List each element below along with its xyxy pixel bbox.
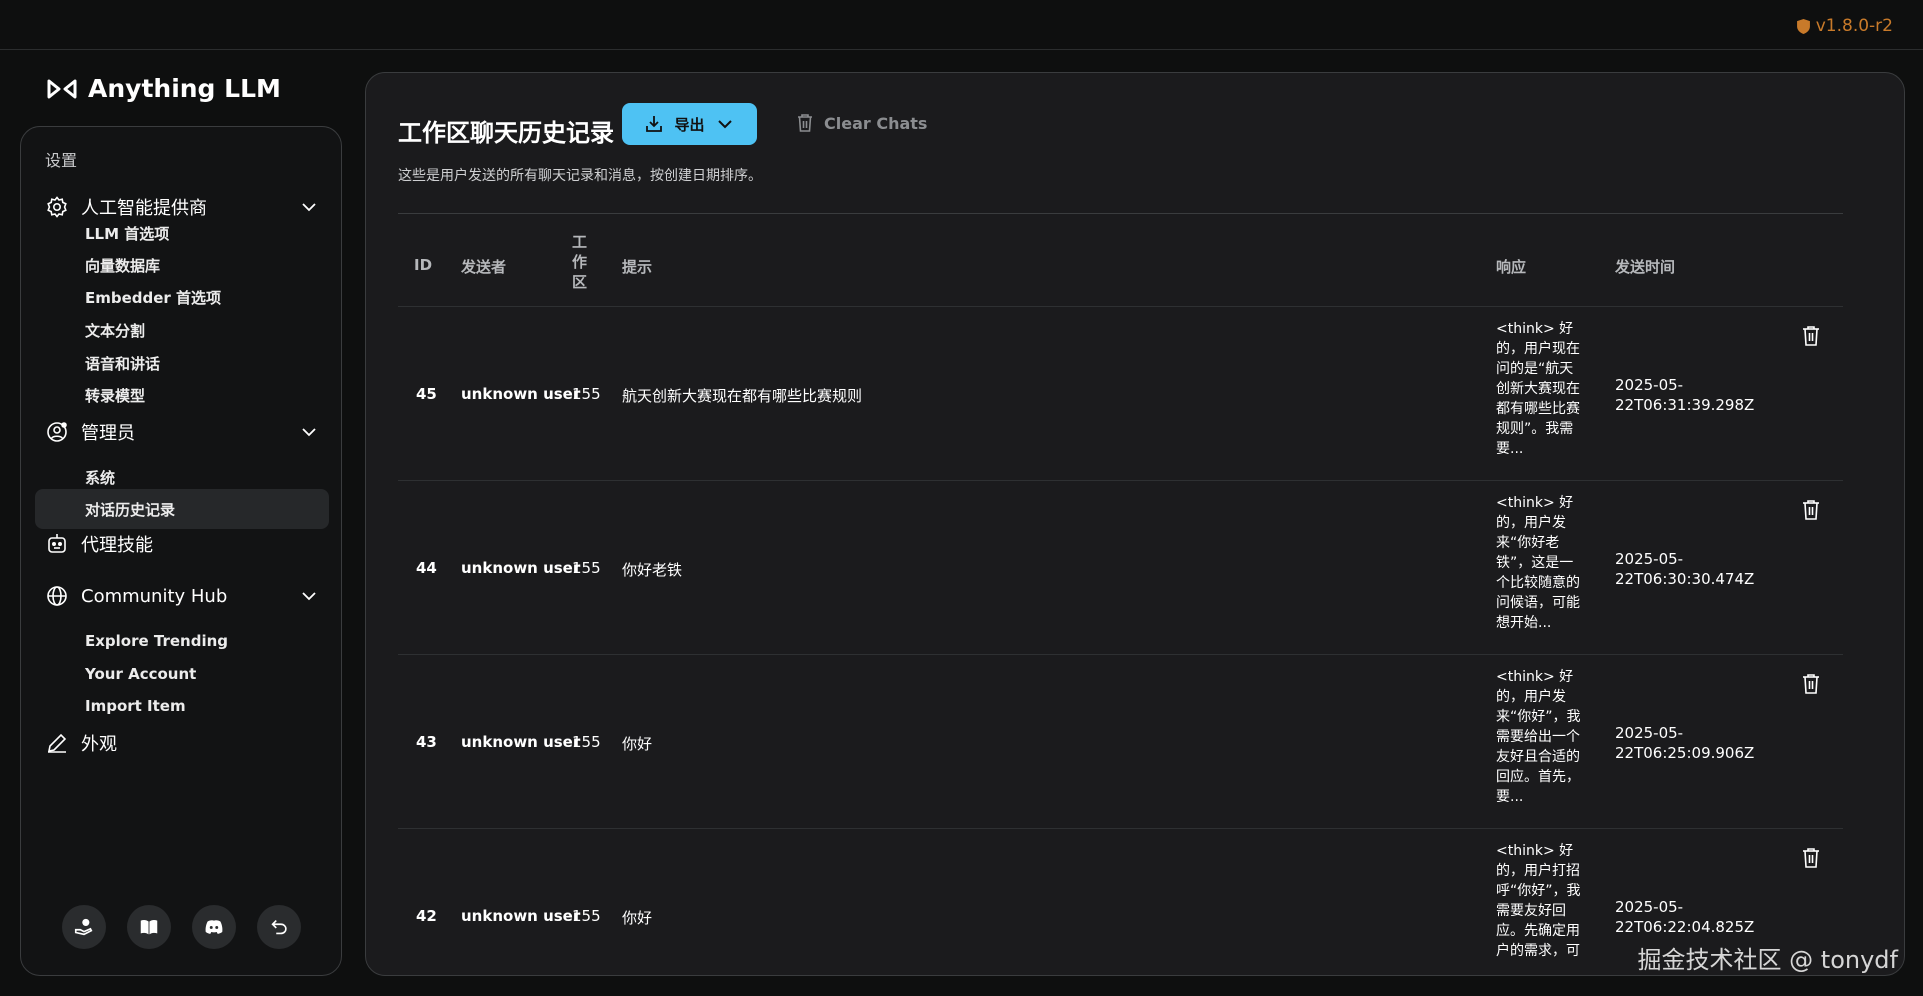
cell-workspace: 155 [572, 385, 601, 403]
cell-sender: unknown user [461, 733, 581, 751]
export-button[interactable]: 导出 [622, 103, 757, 145]
column-header-response: 响应 [1496, 258, 1527, 276]
sidebar-group-agent-skills[interactable]: 代理技能 [45, 528, 327, 560]
table-row: 45 unknown user 155 航天创新大赛现在都有哪些比赛规则 <th… [398, 307, 1843, 481]
sidebar-item-import-item[interactable]: Import Item [35, 686, 329, 726]
column-header-id: ID [414, 256, 433, 274]
chat-history-panel: 工作区聊天历史记录 导出 Clear Chats 这些是用户发送的所有聊天记录和… [365, 72, 1905, 976]
cell-response: <think> 好的，用户现在问的是“航天创新大赛现在都有哪些比赛规则”。我需要… [1496, 321, 1580, 457]
table-header: ID 发送者 工作区 提示 响应 发送时间 [398, 214, 1843, 307]
column-header-workspace: 工作区 [572, 233, 588, 291]
watermark-text: 掘金技术社区 @ tonydf [1637, 946, 1898, 974]
cell-prompt: 航天创新大赛现在都有哪些比赛规则 [622, 387, 863, 405]
page-description: 这些是用户发送的所有聊天记录和消息，按创建日期排序。 [398, 168, 762, 184]
pencil-icon [47, 733, 67, 753]
sidebar-group-label: 代理技能 [81, 535, 153, 556]
shield-icon [1796, 18, 1810, 34]
discord-button[interactable] [191, 905, 236, 949]
chevron-down-icon[interactable] [301, 588, 317, 604]
sidebar-group-label: 管理员 [81, 423, 135, 444]
robot-icon [48, 534, 66, 553]
table-row: 44 unknown user 155 你好老铁 <think> 好的，用户发来… [398, 481, 1843, 655]
cell-sender: unknown user [461, 385, 581, 403]
version-badge: v1.8.0-r2 [1796, 16, 1893, 36]
column-header-prompt: 提示 [622, 258, 653, 276]
discord-icon [205, 920, 222, 934]
sidebar-group-appearance[interactable]: 外观 [45, 727, 327, 759]
back-button[interactable] [256, 905, 301, 949]
cell-sender: unknown user [461, 907, 581, 925]
sidebar-group-label: 外观 [81, 734, 117, 755]
page-title: 工作区聊天历史记录 [398, 119, 614, 147]
column-header-sent-at: 发送时间 [1615, 258, 1676, 276]
clear-chats-label: Clear Chats [824, 113, 928, 133]
sidebar-heading: 设置 [45, 151, 78, 170]
sidebar-item-chat-history[interactable]: 对话历史记录 [35, 489, 329, 529]
cell-sent-at: 2025-05-22T06:22:04.825Z [1615, 898, 1755, 936]
table-row: 43 unknown user 155 你好 <think> 好的，用户发来“你… [398, 655, 1843, 829]
table-row: 42 unknown user 155 你好 <think> 好的，用户打招呼“… [398, 829, 1843, 975]
cell-sender: unknown user [461, 559, 581, 577]
delete-row-trash-icon[interactable] [1801, 499, 1821, 521]
cell-id: 44 [416, 559, 437, 577]
cell-sent-at: 2025-05-22T06:25:09.906Z [1615, 724, 1755, 762]
cell-prompt: 你好 [622, 909, 653, 927]
cell-id: 42 [416, 907, 437, 925]
settings-sidebar: 设置 人工智能提供商 LLM 首选项 向量数据库 Embedder 首选项 文本… [20, 126, 342, 976]
support-icon [74, 918, 92, 936]
version-text: v1.8.0-r2 [1815, 16, 1893, 36]
app-logo[interactable]: Anything LLM [46, 74, 281, 103]
chat-history-table: ID 发送者 工作区 提示 响应 发送时间 45 unknown user 15… [398, 213, 1843, 975]
globe-icon [47, 586, 67, 606]
cell-prompt: 你好 [622, 735, 653, 753]
download-icon [646, 116, 663, 132]
cell-id: 43 [416, 733, 437, 751]
docs-button[interactable] [126, 905, 171, 949]
sidebar-footer [21, 905, 341, 949]
book-icon [140, 919, 157, 935]
logo-text: Anything LLM [88, 74, 281, 103]
chevron-down-icon[interactable] [301, 424, 317, 440]
clear-chats-button[interactable]: Clear Chats [796, 113, 927, 133]
back-arrow-icon [270, 919, 287, 935]
delete-row-trash-icon[interactable] [1801, 847, 1821, 869]
delete-row-trash-icon[interactable] [1801, 325, 1821, 347]
trash-icon [798, 114, 812, 132]
cell-workspace: 155 [572, 559, 601, 577]
top-bar: v1.8.0-r2 [0, 0, 1923, 50]
cell-sent-at: 2025-05-22T06:31:39.298Z [1615, 376, 1755, 414]
sidebar-item-transcription-model[interactable]: 转录模型 [35, 375, 329, 415]
chevron-down-icon [717, 120, 732, 129]
sidebar-group-admin[interactable]: 管理员 [45, 416, 327, 448]
support-button[interactable] [61, 905, 106, 949]
column-header-sender: 发送者 [461, 258, 507, 276]
cell-id: 45 [416, 385, 437, 403]
sidebar-group-community-hub[interactable]: Community Hub [45, 580, 327, 612]
delete-row-trash-icon[interactable] [1801, 673, 1821, 695]
cell-workspace: 155 [572, 907, 601, 925]
logo-icon [47, 79, 77, 98]
cell-response: <think> 好的，用户打招呼“你好”，我需要友好回应。先确定用户的需求，可 [1496, 843, 1581, 959]
cell-sent-at: 2025-05-22T06:30:30.474Z [1615, 550, 1755, 588]
cell-workspace: 155 [572, 733, 601, 751]
cell-prompt: 你好老铁 [622, 561, 683, 579]
sidebar-group-label: Community Hub [81, 585, 228, 607]
cell-response: <think> 好的，用户发来“你好老铁”，这是一个比较随意的问候语，可能想开始… [1496, 495, 1580, 631]
cell-response: <think> 好的，用户发来“你好”，我需要给出一个友好且合适的回应。首先，要… [1496, 669, 1581, 805]
user-circle-gear-icon [47, 422, 67, 442]
export-label: 导出 [674, 115, 705, 134]
